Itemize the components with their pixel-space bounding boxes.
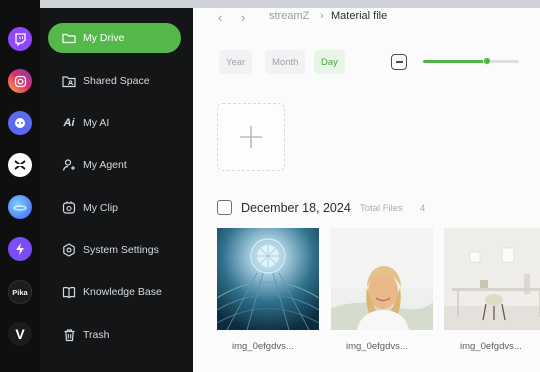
breadcrumb-separator-icon: › (320, 10, 324, 22)
chatbot-app-icon[interactable] (8, 111, 32, 135)
settings-icon (61, 242, 77, 258)
sidebar-item-label: Knowledge Base (83, 286, 162, 298)
sidebar-item-label: System Settings (83, 244, 159, 256)
sidebar-item-label: My Drive (83, 32, 125, 44)
breadcrumb-current: Material file (331, 10, 388, 22)
file-thumbnail[interactable] (331, 228, 433, 330)
twitch-app-icon[interactable] (8, 27, 32, 51)
back-arrow-icon[interactable]: ‹ (218, 10, 222, 25)
date-group-checkbox[interactable] (217, 200, 232, 215)
shared-folder-icon (61, 73, 77, 89)
file-name: img_0efgdvs... (232, 341, 294, 352)
zoom-slider[interactable] (423, 57, 519, 65)
planet-app-icon[interactable] (8, 195, 32, 219)
woman-portrait-photo (331, 228, 433, 330)
agent-icon (61, 157, 77, 173)
app-rail: Pika V (0, 0, 40, 372)
filter-day-button[interactable]: Day (314, 50, 345, 74)
filter-month-button[interactable]: Month (265, 50, 306, 74)
file-thumbnail[interactable] (217, 228, 319, 330)
sidebar-item-shared-space[interactable]: Shared Space (48, 66, 181, 96)
sidebar-item-my-ai[interactable]: Ai My AI (48, 108, 181, 138)
total-files-label: Total Files (360, 203, 403, 214)
instagram-app-icon[interactable] (8, 69, 32, 93)
date-group-label: December 18, 2024 (241, 201, 351, 215)
desk-interior-photo (444, 228, 540, 330)
v-app-icon[interactable]: V (8, 322, 32, 346)
sidebar (40, 8, 193, 372)
zoom-slider-fill (423, 60, 487, 63)
file-name: img_0efgdvs... (460, 341, 522, 352)
sidebar-item-system-settings[interactable]: System Settings (48, 235, 181, 265)
sidebar-item-my-agent[interactable]: My Agent (48, 150, 181, 180)
zoom-slider-handle[interactable] (483, 57, 491, 65)
sidebar-item-label: My Agent (83, 159, 127, 171)
upload-button[interactable] (217, 103, 285, 171)
trash-icon (61, 327, 77, 343)
lightning-app-icon[interactable] (8, 237, 32, 261)
sidebar-item-trash[interactable]: Trash (48, 320, 181, 350)
file-name: img_0efgdvs... (346, 341, 408, 352)
minus-icon (395, 61, 403, 63)
clip-icon (61, 200, 77, 216)
zoom-out-button[interactable] (391, 54, 407, 70)
file-thumbnail[interactable] (444, 228, 540, 330)
folder-icon (61, 30, 77, 46)
capcut-app-icon[interactable] (8, 153, 32, 177)
sidebar-item-label: My AI (83, 117, 110, 129)
sidebar-item-knowledge-base[interactable]: Knowledge Base (48, 277, 181, 307)
filter-year-button[interactable]: Year (219, 50, 253, 74)
ai-icon: Ai (63, 117, 75, 129)
architecture-photo (217, 228, 319, 330)
sidebar-item-my-clip[interactable]: My Clip (48, 193, 181, 223)
sidebar-item-label: My Clip (83, 202, 119, 214)
plus-icon (240, 126, 262, 148)
sidebar-item-my-drive[interactable]: My Drive (48, 23, 181, 53)
pika-app-icon[interactable]: Pika (8, 280, 32, 304)
total-files-count: 4 (420, 203, 426, 214)
main-content: ‹ › streamZ › Material file Year Month D… (193, 8, 540, 372)
v-app-label: V (15, 326, 25, 342)
sidebar-item-label: Trash (83, 329, 110, 341)
forward-arrow-icon[interactable]: › (241, 10, 245, 25)
pika-app-label: Pika (12, 287, 28, 297)
app-shell: Pika V My Drive Shared Space Ai My AI My… (0, 0, 540, 372)
book-icon (61, 284, 77, 300)
sidebar-item-label: Shared Space (83, 75, 150, 87)
breadcrumb-parent[interactable]: streamZ (269, 10, 309, 22)
